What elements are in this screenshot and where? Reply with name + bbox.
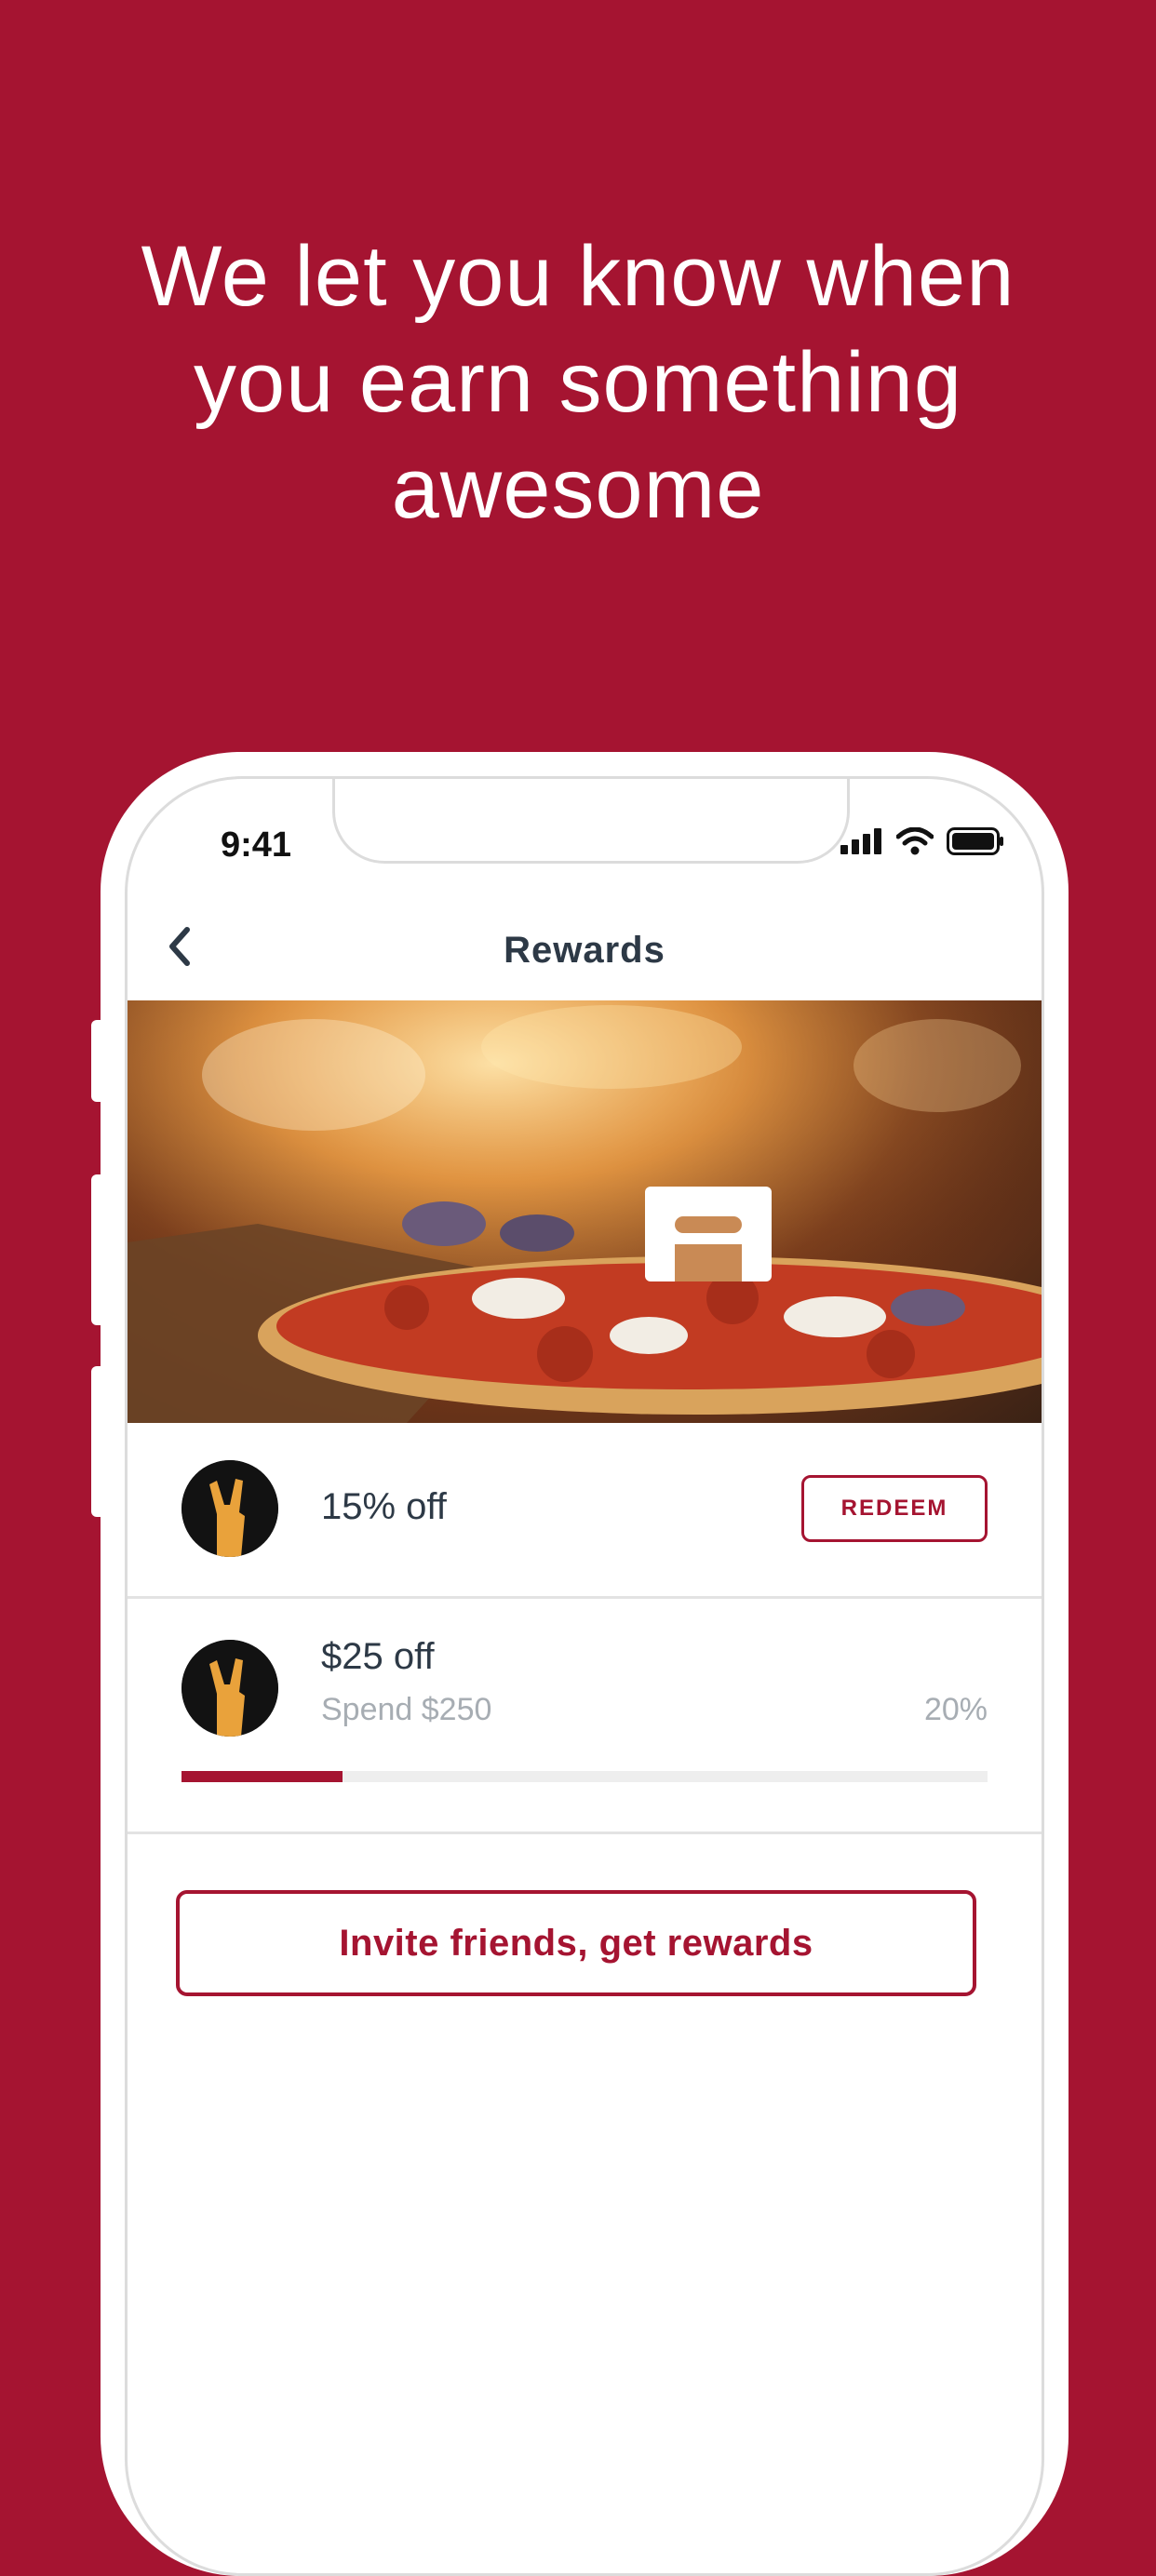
hero-pizza-image	[128, 1000, 1042, 1423]
navigation-bar: Rewards	[128, 891, 1042, 1012]
status-time: 9:41	[221, 825, 292, 865]
reward-row-15-off: 15% off REDEEM	[128, 1423, 1042, 1599]
page-title: Rewards	[504, 930, 665, 971]
phone-frame: 9:41 Rewards 15% off REDEEM $25 off Spen…	[101, 752, 1069, 2576]
reward-progress-percent: 20%	[923, 1692, 988, 1727]
reward-title: 15% off	[321, 1486, 447, 1527]
status-icons	[840, 827, 1004, 855]
phone-notch	[332, 779, 850, 864]
pizza-illustration	[128, 1000, 1042, 1423]
headline-line-3: awesome	[391, 441, 765, 536]
reward-progress-fill	[181, 1771, 343, 1782]
battery-icon	[947, 827, 1003, 855]
redeem-button[interactable]: REDEEM	[801, 1475, 988, 1542]
headline-line-1: We let you know when	[141, 229, 1015, 324]
headline: We let you know when you earn something …	[0, 223, 1156, 542]
rock-hand-badge-icon	[181, 1460, 278, 1557]
reward-row-25-off: $25 off Spend $250 20%	[128, 1599, 1042, 1834]
headline-line-2: you earn something	[193, 335, 963, 430]
wifi-icon	[896, 827, 934, 855]
reward-progress-bar	[181, 1771, 988, 1782]
phone-screen: 9:41 Rewards 15% off REDEEM $25 off Spen…	[125, 776, 1044, 2576]
rock-hand-badge-icon	[181, 1640, 278, 1737]
reward-subtitle: Spend $250	[321, 1692, 492, 1727]
cellular-signal-icon	[840, 828, 881, 854]
invite-friends-button[interactable]: Invite friends, get rewards	[176, 1890, 976, 1996]
reward-title: $25 off	[321, 1636, 435, 1677]
